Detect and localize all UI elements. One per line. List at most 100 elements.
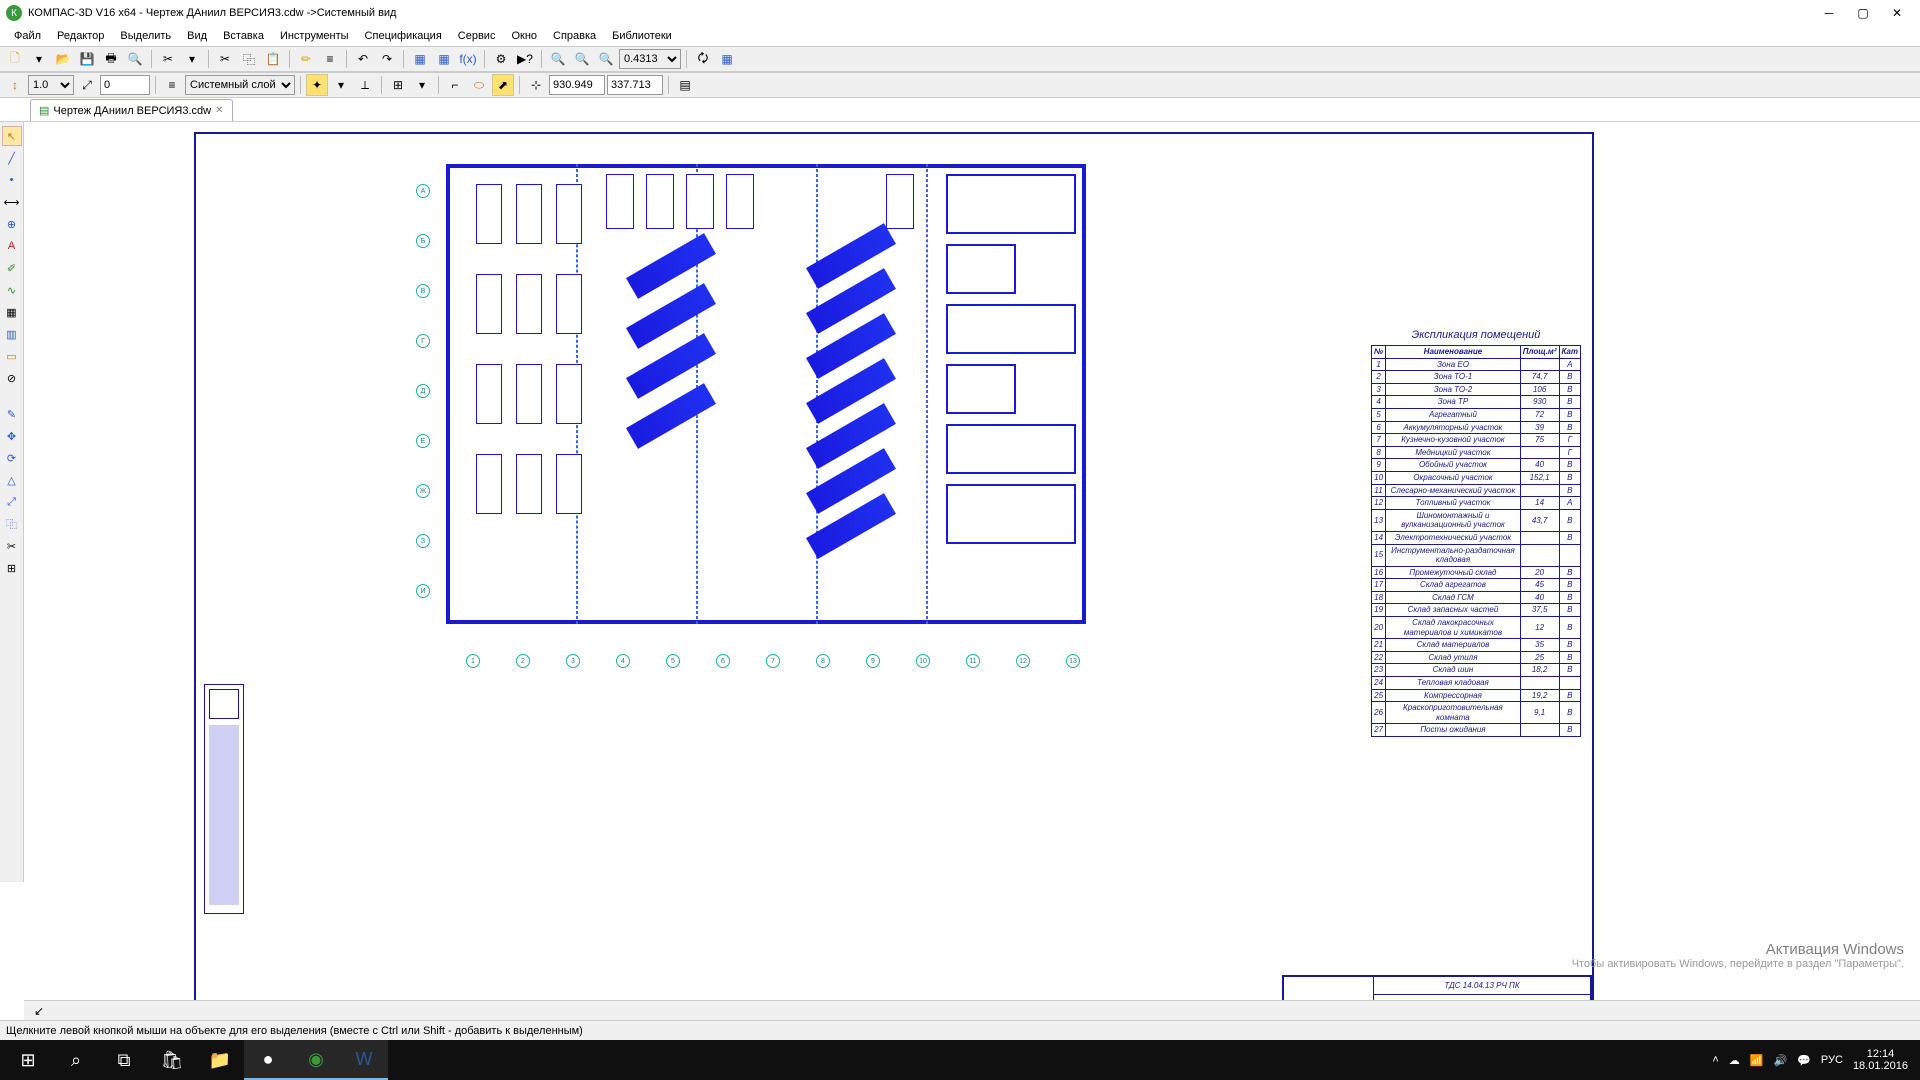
print-button[interactable]: 🖶: [100, 48, 122, 70]
menu-edit[interactable]: Редактор: [49, 28, 112, 44]
mirror-tool[interactable]: △: [2, 470, 22, 490]
tray-sound-icon[interactable]: 🔊: [1774, 1054, 1788, 1067]
tray-up-icon[interactable]: ˄: [1712, 1054, 1718, 1066]
new-dropdown[interactable]: ▾: [28, 48, 50, 70]
open-button[interactable]: 📂: [52, 48, 74, 70]
search-button[interactable]: ⌕: [52, 1040, 100, 1080]
prop-button[interactable]: ✏: [295, 48, 317, 70]
step-input[interactable]: [100, 75, 150, 95]
zoom-dyn-button[interactable]: 🔍: [571, 48, 593, 70]
dimension-tool[interactable]: ⟷: [2, 192, 22, 212]
menu-spec[interactable]: Спецификация: [357, 28, 450, 44]
snap-button[interactable]: ✦: [306, 74, 328, 96]
snap-dd[interactable]: ▾: [330, 74, 352, 96]
tray-lang[interactable]: РУС: [1821, 1054, 1843, 1066]
cut-button[interactable]: ✂: [157, 48, 179, 70]
menu-file[interactable]: Файл: [6, 28, 49, 44]
doc-tab-close-icon[interactable]: ✕: [215, 105, 223, 116]
misc-button[interactable]: ▤: [674, 74, 696, 96]
undo-button[interactable]: ↶: [352, 48, 374, 70]
edit-tool[interactable]: ✎: [2, 404, 22, 424]
zoom-select[interactable]: 0.4313: [619, 49, 681, 69]
zoom-window-button[interactable]: 🔍: [547, 48, 569, 70]
paste-button[interactable]: 📋: [262, 48, 284, 70]
menu-service[interactable]: Сервис: [450, 28, 504, 44]
grid-dd[interactable]: ▾: [411, 74, 433, 96]
menu-window[interactable]: Окно: [503, 28, 545, 44]
copy-tool[interactable]: ⿻: [2, 514, 22, 534]
explication-table: Экспликация помещений №НаименованиеПлощ.…: [1371, 329, 1581, 737]
step-icon[interactable]: ⤢: [76, 74, 98, 96]
table-tool[interactable]: ▥: [2, 324, 22, 344]
taskview-button[interactable]: ⧉: [100, 1040, 148, 1080]
menu-insert[interactable]: Вставка: [215, 28, 272, 44]
menu-view[interactable]: Вид: [179, 28, 215, 44]
menu-help[interactable]: Справка: [545, 28, 604, 44]
refresh-button[interactable]: 🗘: [692, 48, 714, 70]
copy-dropdown[interactable]: ▾: [181, 48, 203, 70]
menu-select[interactable]: Выделить: [112, 28, 179, 44]
construction-tool[interactable]: ⊕: [2, 214, 22, 234]
ortho-button[interactable]: ⌐: [444, 74, 466, 96]
render-button[interactable]: ▦: [716, 48, 738, 70]
view-tool[interactable]: ▭: [2, 346, 22, 366]
hatch-tool[interactable]: ▦: [2, 302, 22, 322]
layer-icon[interactable]: ≡: [161, 74, 183, 96]
zoom-fit-button[interactable]: 🔍: [595, 48, 617, 70]
store-button[interactable]: 🛍: [148, 1040, 196, 1080]
layer-select[interactable]: Системный слой (0): [185, 75, 295, 95]
kompas-task-button[interactable]: ◉: [292, 1040, 340, 1080]
word-button[interactable]: W: [340, 1040, 388, 1080]
lib1-button[interactable]: ▦: [409, 48, 431, 70]
scale-icon[interactable]: ↕: [4, 74, 26, 96]
system-tray[interactable]: ˄ ☁ 📶 🔊 💬 РУС 12:14 18.01.2016: [1704, 1048, 1916, 1072]
symbol-tool[interactable]: ⊘: [2, 368, 22, 388]
localcs-button[interactable]: ⬈: [492, 74, 514, 96]
fx-button[interactable]: f(x): [457, 48, 479, 70]
tray-notif-icon[interactable]: 💬: [1797, 1054, 1811, 1067]
cut2-button[interactable]: ✂: [214, 48, 236, 70]
menu-libs[interactable]: Библиотеки: [604, 28, 680, 44]
help-cursor-button[interactable]: ▶?: [514, 48, 536, 70]
spline-tool[interactable]: ∿: [2, 280, 22, 300]
line-tool[interactable]: ╱: [2, 148, 22, 168]
sketch-tool[interactable]: ✐: [2, 258, 22, 278]
scale-tool[interactable]: ⤢: [2, 492, 22, 512]
chrome-button[interactable]: ●: [244, 1040, 292, 1080]
tray-clock[interactable]: 12:14 18.01.2016: [1853, 1048, 1908, 1072]
menu-tools[interactable]: Инструменты: [272, 28, 357, 44]
save-button[interactable]: 💾: [76, 48, 98, 70]
grid-button[interactable]: ⊞: [387, 74, 409, 96]
title-bar: К КОМПАС-3D V16 x64 - Чертеж ДАниил ВЕРС…: [0, 0, 1920, 26]
rotate-tool[interactable]: ⟳: [2, 448, 22, 468]
lib2-button[interactable]: ▦: [433, 48, 455, 70]
redo-button[interactable]: ↷: [376, 48, 398, 70]
select-tool[interactable]: ↖: [2, 126, 22, 146]
coord-y-input[interactable]: [607, 75, 663, 95]
param-tool[interactable]: ⊞: [2, 558, 22, 578]
text-tool[interactable]: A: [2, 236, 22, 256]
tray-onedrive-icon[interactable]: ☁: [1729, 1054, 1740, 1067]
maximize-button[interactable]: ▢: [1846, 0, 1880, 26]
new-button[interactable]: 🗋: [4, 48, 26, 70]
explorer-button[interactable]: 📁: [196, 1040, 244, 1080]
round-button[interactable]: ⬭: [468, 74, 490, 96]
minimize-button[interactable]: ─: [1812, 0, 1846, 26]
trim-tool[interactable]: ✂: [2, 536, 22, 556]
point-tool[interactable]: •: [2, 170, 22, 190]
scale-select[interactable]: 1.0: [28, 75, 74, 95]
prop-arrow-icon[interactable]: ↙: [28, 1000, 50, 1022]
vars-button[interactable]: ⚙: [490, 48, 512, 70]
start-button[interactable]: ⊞: [4, 1040, 52, 1080]
document-tab[interactable]: ▤ Чертеж ДАниил ВЕРСИЯ3.cdw ✕: [30, 99, 233, 121]
coord-x-input[interactable]: [549, 75, 605, 95]
canvas-area[interactable]: А Б В Г Д Е Ж З И 1 2 3 4 5 6 7 8 9 10 1…: [24, 122, 1920, 1040]
tray-network-icon[interactable]: 📶: [1750, 1054, 1764, 1067]
dim-button[interactable]: ⟂: [354, 74, 376, 96]
move-tool[interactable]: ✥: [2, 426, 22, 446]
close-button[interactable]: ✕: [1880, 0, 1914, 26]
preview-button[interactable]: 🔍: [124, 48, 146, 70]
activation-title: Активация Windows: [1572, 941, 1904, 958]
copy-button[interactable]: ⿻: [238, 48, 260, 70]
bom-button[interactable]: ≡: [319, 48, 341, 70]
